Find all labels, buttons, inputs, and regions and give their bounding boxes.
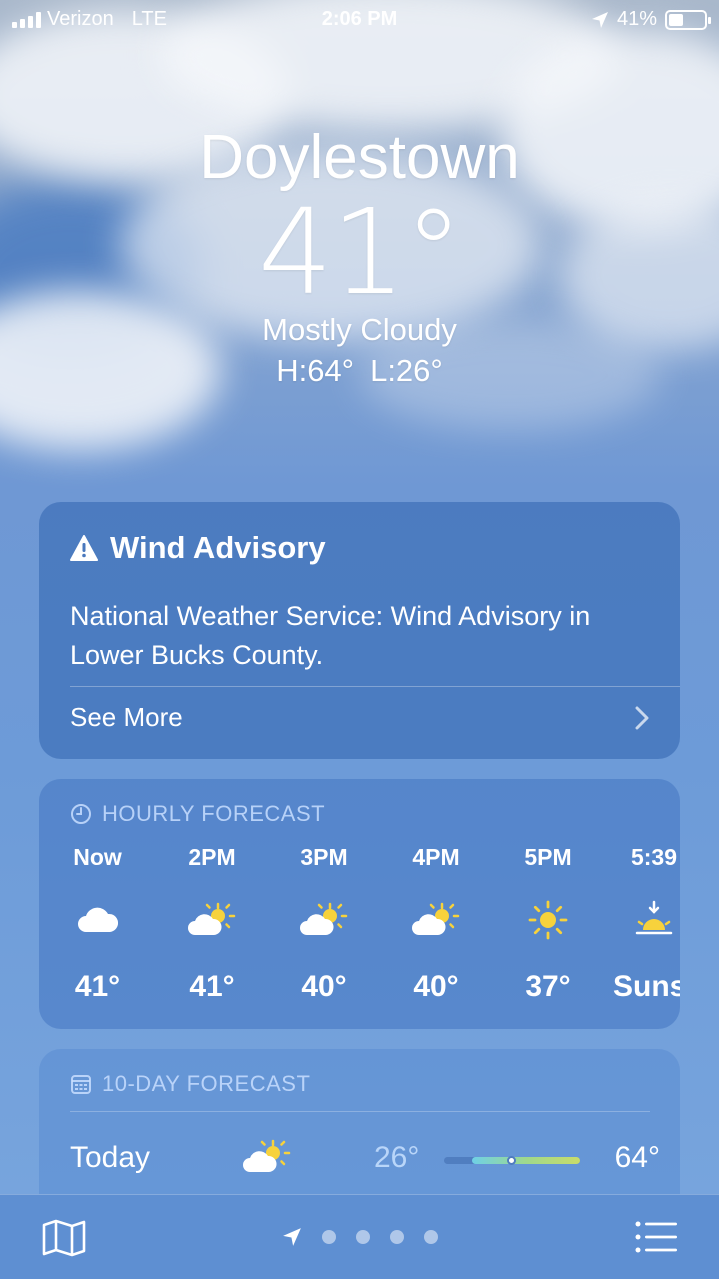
location-arrow-icon bbox=[591, 11, 608, 28]
hour-temp: 40° bbox=[301, 970, 347, 1003]
page-dot[interactable] bbox=[355, 1230, 370, 1244]
hour-item: 2PM 41° bbox=[156, 841, 268, 1007]
battery-percent: 41% bbox=[616, 8, 657, 30]
low-temp: L:26° bbox=[370, 353, 443, 388]
divider bbox=[70, 686, 680, 687]
hour-label: Now bbox=[73, 844, 122, 870]
hour-temp: 37° bbox=[525, 970, 571, 1003]
list-icon[interactable] bbox=[635, 1221, 677, 1253]
partly-sunny-icon bbox=[243, 1139, 291, 1172]
sunset-icon bbox=[635, 900, 673, 935]
hour-label: 5:39 bbox=[630, 844, 678, 870]
page-dot[interactable] bbox=[389, 1230, 404, 1244]
hourly-forecast-card[interactable]: HOURLY FORECAST Now 41° 2PM 41° 3PM 40° … bbox=[39, 779, 680, 1029]
warning-triangle-icon bbox=[70, 535, 98, 561]
current-temperature: 41° bbox=[257, 183, 463, 321]
partly-sunny-icon bbox=[412, 902, 460, 935]
status-bar: Verizon LTE 2:06 PM 41% bbox=[0, 0, 719, 40]
hour-item: 5PM 37° bbox=[492, 841, 604, 1007]
current-temp-marker bbox=[507, 1156, 516, 1165]
hour-temp: 41° bbox=[74, 970, 121, 1003]
hour-label: 2PM bbox=[188, 844, 236, 870]
partly-sunny-icon bbox=[188, 902, 236, 935]
clock-icon bbox=[71, 804, 91, 824]
hour-item: 5:39 Sunset bbox=[604, 841, 680, 1007]
partly-sunny-icon bbox=[300, 902, 348, 935]
hour-temp: Sunset bbox=[613, 970, 680, 1003]
sun-icon bbox=[528, 900, 568, 940]
ten-day-header: 10-DAY FORECAST bbox=[102, 1071, 311, 1096]
location-arrow-icon bbox=[282, 1228, 301, 1246]
hour-temp: 41° bbox=[189, 970, 235, 1003]
hour-temp: 40° bbox=[413, 970, 459, 1003]
hour-label: 4PM bbox=[412, 844, 460, 870]
page-dot[interactable] bbox=[423, 1230, 438, 1244]
high-low: H:64° L:26° bbox=[0, 350, 719, 392]
see-more-link[interactable]: See More bbox=[70, 702, 183, 733]
temperature-range-bar bbox=[444, 1156, 580, 1165]
page-indicator[interactable] bbox=[0, 1227, 719, 1247]
page-dot[interactable] bbox=[321, 1230, 336, 1244]
day-label: Today bbox=[70, 1141, 151, 1174]
calendar-icon bbox=[71, 1075, 91, 1094]
hour-label: 3PM bbox=[300, 844, 348, 870]
advisory-title: Wind Advisory bbox=[110, 530, 326, 565]
current-weather: Doylestown 41° Mostly Cloudy H:64° L:26° bbox=[0, 120, 719, 392]
condition-text: Mostly Cloudy bbox=[262, 312, 457, 347]
hourly-header: HOURLY FORECAST bbox=[102, 801, 326, 826]
chevron-right-icon[interactable] bbox=[634, 705, 650, 731]
hour-item: 3PM 40° bbox=[268, 841, 380, 1007]
hour-item: Now 41° bbox=[39, 841, 156, 1007]
high-temp: H:64° bbox=[276, 353, 355, 388]
day-row[interactable]: Today 26° 64° bbox=[70, 1137, 660, 1183]
hourly-scroll[interactable]: Now 41° 2PM 41° 3PM 40° 4PM 40° 5PM 37° … bbox=[39, 841, 680, 1007]
wind-advisory-card[interactable]: Wind Advisory National Weather Service: … bbox=[39, 502, 680, 759]
high-temp: 64° bbox=[614, 1141, 660, 1174]
advisory-body: National Weather Service: Wind Advisory … bbox=[70, 601, 591, 670]
low-temp: 26° bbox=[374, 1141, 420, 1174]
hour-item: 4PM 40° bbox=[380, 841, 492, 1007]
battery-icon bbox=[665, 9, 711, 30]
hour-label: 5PM bbox=[524, 844, 572, 870]
cloud-icon bbox=[77, 907, 118, 932]
bottom-toolbar bbox=[0, 1194, 719, 1279]
divider bbox=[70, 1111, 650, 1112]
